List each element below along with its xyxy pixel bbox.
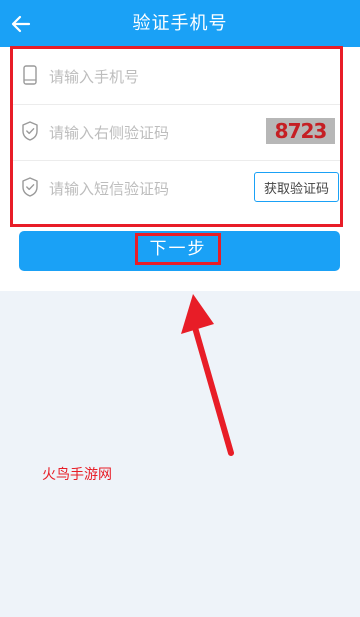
- sms-code-row: 获取验证码: [13, 161, 340, 216]
- verification-form: 8723 获取验证码: [10, 46, 343, 227]
- app-header: 验证手机号: [0, 0, 360, 47]
- phone-row: [13, 49, 340, 104]
- image-code-input[interactable]: [49, 105, 249, 160]
- shield-check-icon: [22, 177, 38, 197]
- red-arrow-icon: [181, 294, 234, 456]
- sms-code-input[interactable]: [49, 161, 249, 216]
- page-title: 验证手机号: [132, 13, 228, 34]
- captcha-image[interactable]: 8723: [266, 118, 335, 144]
- get-code-button[interactable]: 获取验证码: [254, 172, 339, 202]
- shield-check-icon: [22, 121, 38, 141]
- next-step-label: 下一步: [135, 233, 221, 265]
- next-step-button[interactable]: 下一步: [19, 231, 340, 271]
- watermark-text: 火鸟手游网: [42, 467, 112, 483]
- image-code-row: 8723: [13, 105, 340, 160]
- phone-input[interactable]: [49, 49, 249, 104]
- phone-icon: [23, 65, 37, 85]
